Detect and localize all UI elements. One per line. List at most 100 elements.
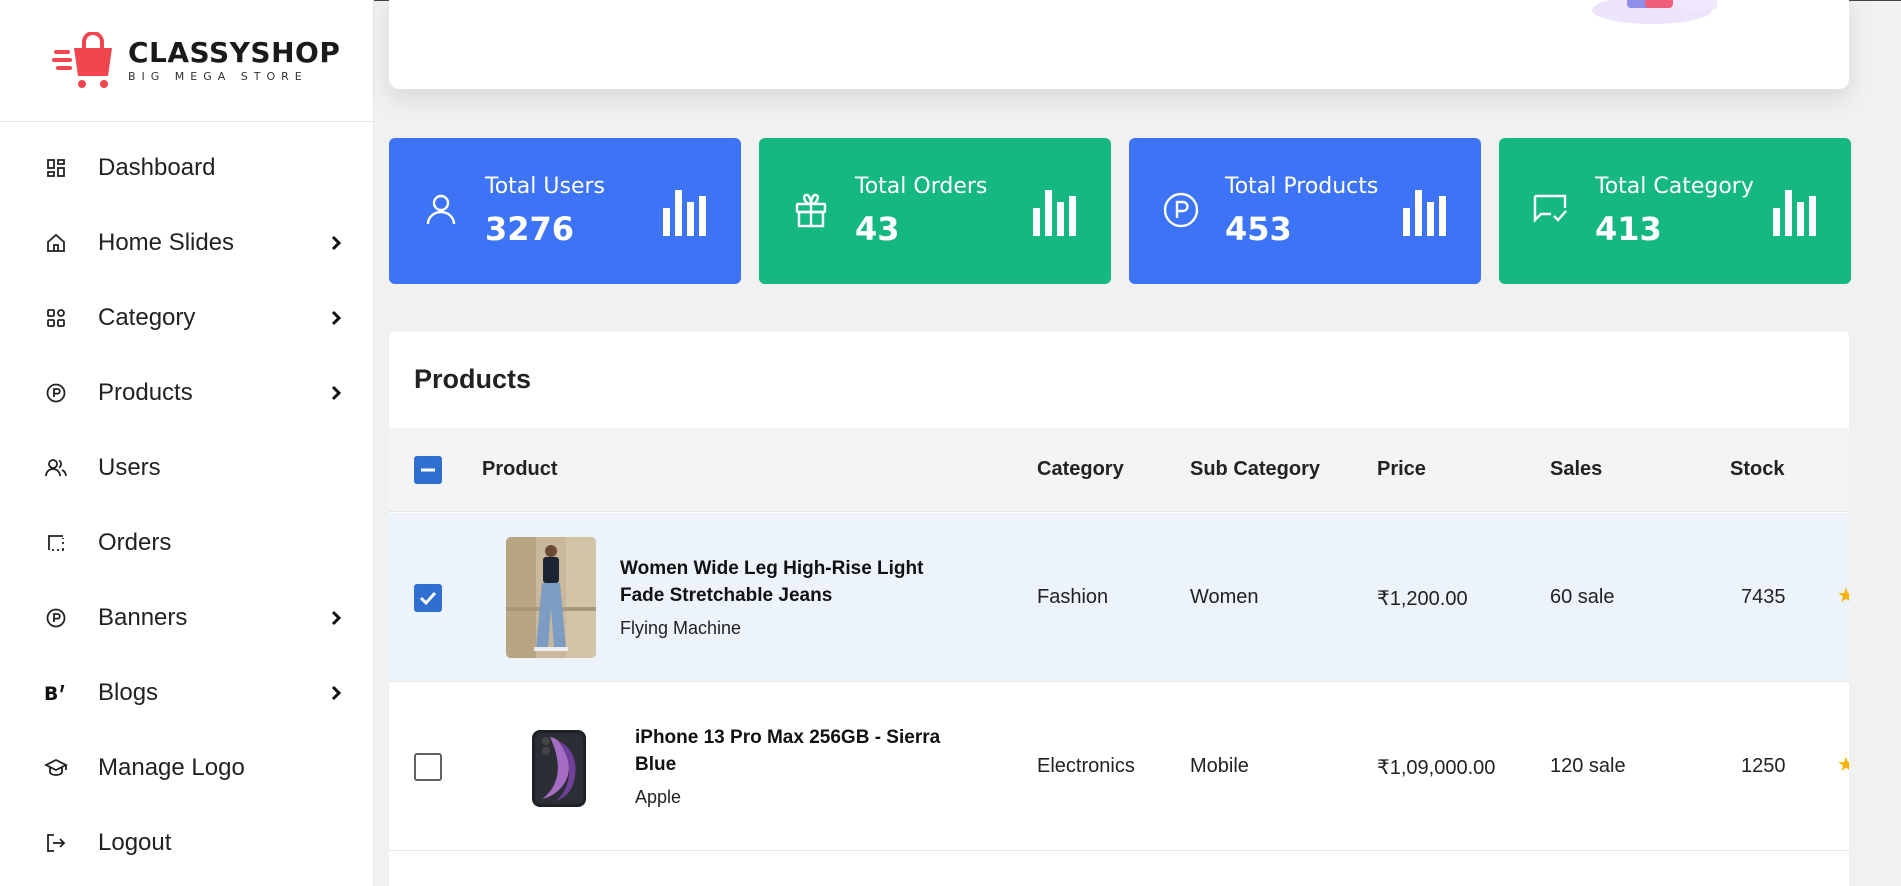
product-price: ₹1,09,000.00 [1377,757,1496,779]
stat-value: 3276 [485,210,575,248]
product-sub-category: Women [1190,586,1259,608]
banner-illustration-icon [1592,0,1717,24]
logo-manage-icon [44,756,68,780]
svg-text:B: B [44,683,58,703]
sidebar-item-label: Orders [98,528,172,556]
column-header-category[interactable]: Category [1037,458,1124,481]
sidebar-item-logout[interactable]: Logout [0,805,373,880]
product-sales: 120 sale [1550,755,1626,777]
star-icon: ★ [1837,585,1849,607]
table-row[interactable]: iPhone 13 Pro Max 256GB - Sierra Blue Ap… [389,682,1849,851]
check-icon [419,591,437,606]
product-brand: Apple [635,787,682,807]
column-header-product[interactable]: Product [482,458,558,481]
stat-value: 453 [1225,210,1292,248]
star-icon: ★ [1837,754,1849,776]
chevron-right-icon [331,310,342,326]
brand-tagline: BIG MEGA STORE [128,70,308,83]
blogs-icon: B [44,681,68,705]
row-checkbox[interactable] [414,584,442,612]
column-header-sub-category[interactable]: Sub Category [1190,458,1320,481]
sidebar-item-category[interactable]: Category [0,280,373,355]
sidebar-item-manage-logo[interactable]: Manage Logo [0,730,373,805]
product-name[interactable]: iPhone 13 Pro Max 256GB - Sierra Blue [635,724,975,778]
product-image[interactable] [506,537,596,658]
table-row[interactable]: Women Wide Leg High-Rise Light Fade Stre… [389,513,1849,682]
sidebar-item-label: Users [98,453,161,481]
orders-icon [44,531,68,555]
minus-icon [421,468,435,472]
logo[interactable]: CLASSYSHOP BIG MEGA STORE [0,0,373,122]
product-image[interactable] [528,727,590,809]
welcome-banner [389,0,1849,89]
dashboard-icon [44,156,68,180]
product-category: Fashion [1037,586,1109,608]
sidebar-item-label: Blogs [98,678,159,706]
products-icon [44,381,68,405]
shopping-bag-logo-icon [52,31,112,88]
sidebar-item-label: Manage Logo [98,753,245,781]
sidebar-item-blogs[interactable]: B Blogs [0,655,373,730]
stat-label: Total Products [1225,174,1379,199]
bar-chart-icon [1773,190,1816,236]
sidebar-item-orders[interactable]: Orders [0,505,373,580]
stat-value: 43 [855,210,900,248]
product-name[interactable]: Women Wide Leg High-Rise Light Fade Stre… [620,555,960,609]
sidebar-item-label: Home Slides [98,228,235,256]
gift-icon [795,193,827,228]
sidebar-item-home-slides[interactable]: Home Slides [0,205,373,280]
sidebar-nav: Dashboard Home Slides Category Products [0,122,373,880]
sidebar-item-label: Category [98,303,196,331]
chevron-right-icon [331,235,342,251]
stat-card-total-orders[interactable]: Total Orders 43 [759,138,1111,284]
bar-chart-icon [1403,190,1446,236]
chevron-right-icon [331,610,342,626]
sidebar-item-label: Products [98,378,193,406]
iphone-product-photo [528,727,590,809]
stat-card-total-category[interactable]: Total Category 413 [1499,138,1851,284]
bar-chart-icon [1033,190,1076,236]
chevron-right-icon [331,685,342,701]
stat-card-total-users[interactable]: Total Users 3276 [389,138,741,284]
panel-title: Products [414,364,532,394]
stat-label: Total Users [485,174,605,199]
product-price: ₹1,200.00 [1377,588,1468,610]
sidebar-item-label: Logout [98,828,172,856]
product-stock: 7435 [1741,586,1786,608]
sidebar-item-label: Banners [98,603,188,631]
sidebar-item-users[interactable]: Users [0,430,373,505]
message-check-icon [1533,194,1567,223]
table-header: Product Category Sub Category Price Sale… [389,428,1849,512]
stat-card-total-products[interactable]: Total Products 453 [1129,138,1481,284]
stat-value: 413 [1595,210,1662,248]
users-icon [44,456,68,480]
product-brand: Flying Machine [620,618,742,638]
brand-name: CLASSYSHOP [128,36,341,69]
product-sales: 60 sale [1550,586,1615,608]
logout-icon [44,831,68,855]
row-checkbox[interactable] [414,753,442,781]
sidebar: CLASSYSHOP BIG MEGA STORE Dashboard Home… [0,0,374,886]
sidebar-item-products[interactable]: Products [0,355,373,430]
sidebar-item-label: Dashboard [98,153,216,181]
column-header-price[interactable]: Price [1377,458,1426,481]
column-header-sales[interactable]: Sales [1550,458,1602,481]
sidebar-item-banners[interactable]: Banners [0,580,373,655]
bar-chart-icon [663,190,706,236]
home-icon [44,231,68,255]
category-icon [44,306,68,330]
stat-label: Total Orders [855,174,988,199]
jeans-product-photo [506,537,596,658]
chevron-right-icon [331,385,342,401]
stat-label: Total Category [1595,174,1754,199]
product-circle-icon [1163,192,1199,228]
product-sub-category: Mobile [1190,755,1249,777]
sidebar-item-dashboard[interactable]: Dashboard [0,130,373,205]
user-icon [426,194,456,225]
select-all-checkbox[interactable] [414,456,442,484]
column-header-stock[interactable]: Stock [1730,458,1784,481]
product-category: Electronics [1037,755,1135,777]
banners-icon [44,606,68,630]
products-panel: Products Product Category Sub Category P… [389,332,1849,886]
product-stock: 1250 [1741,755,1786,777]
